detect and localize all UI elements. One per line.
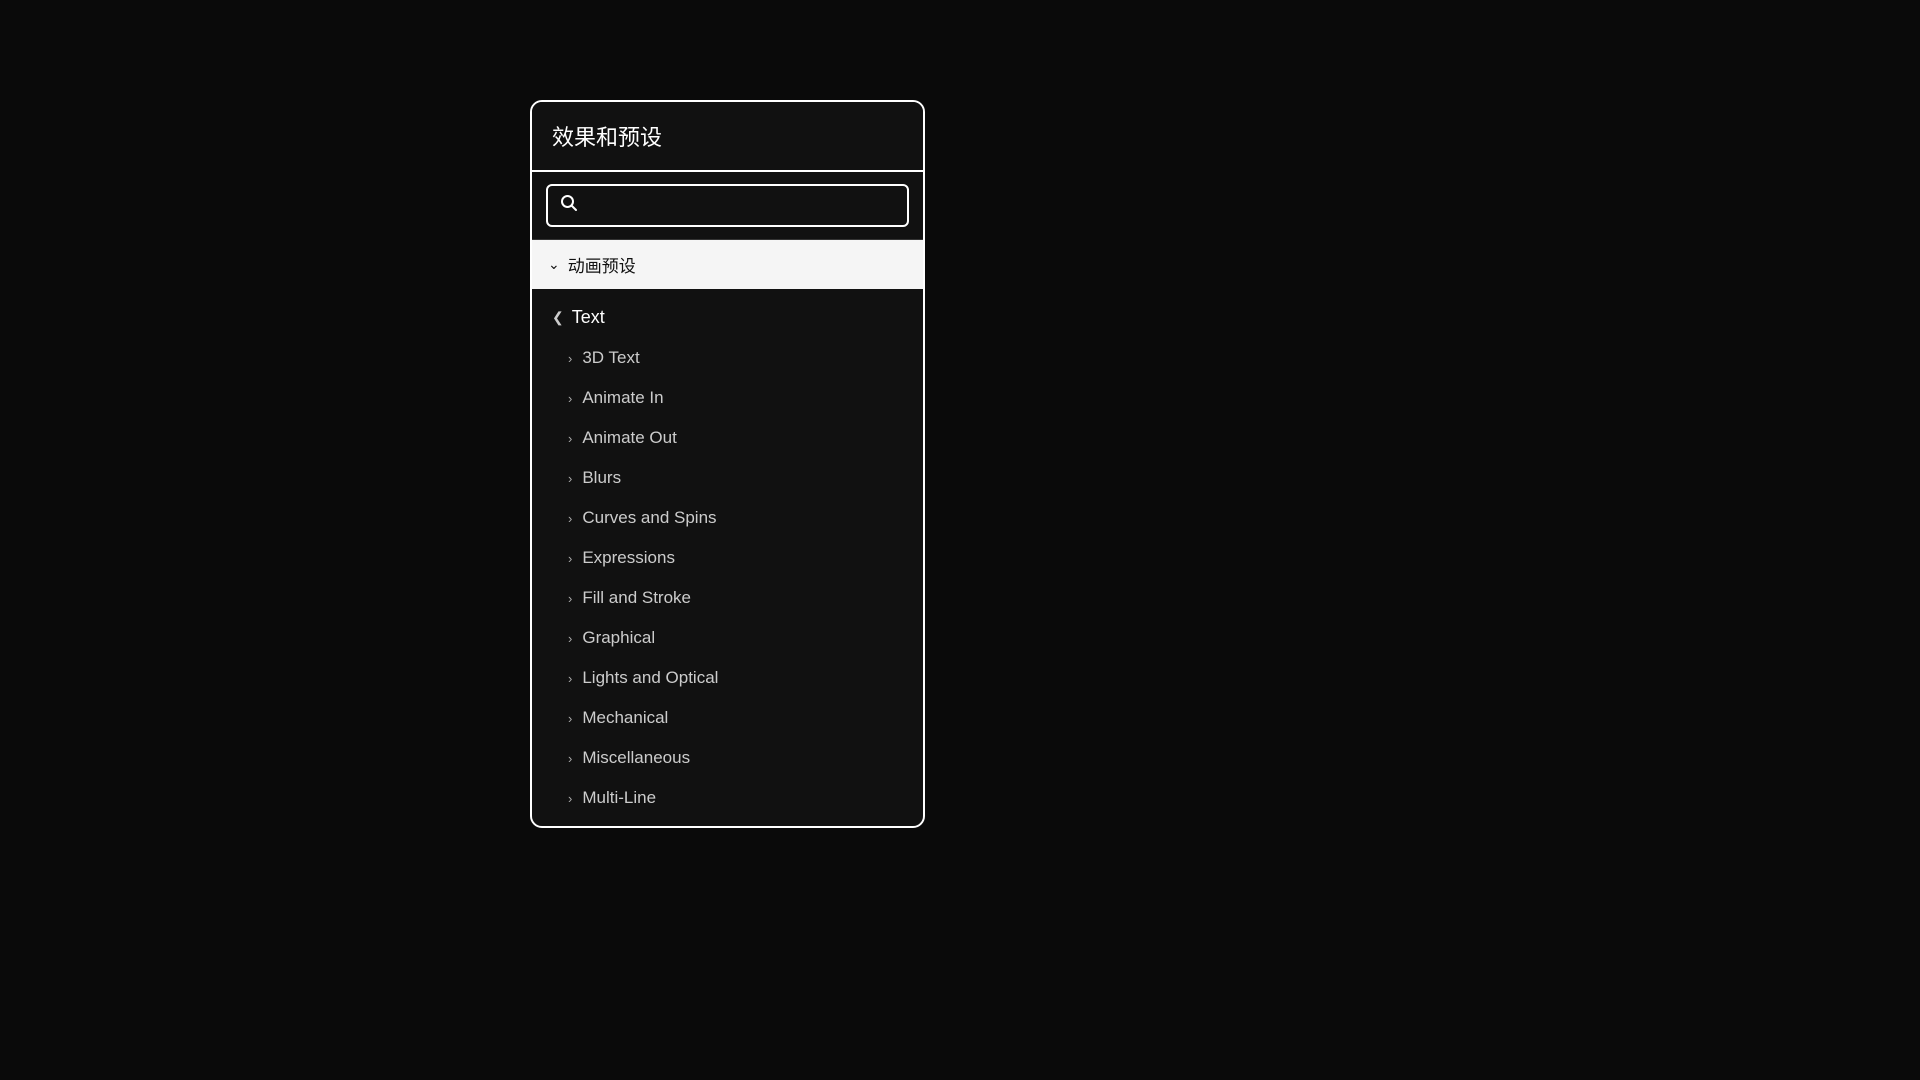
item-chevron-icon: › <box>568 391 572 406</box>
category-animation-presets[interactable]: ⌄ 动画预设 <box>532 240 923 289</box>
list-item-graphical[interactable]: › Graphical <box>532 618 923 658</box>
tree-section: ⌄ 动画预设 ❮ Text › 3D Text › <box>532 240 923 826</box>
search-input[interactable] <box>588 197 895 215</box>
item-label: Curves and Spins <box>582 508 716 528</box>
item-label: Expressions <box>582 548 675 568</box>
item-chevron-icon: › <box>568 591 572 606</box>
item-chevron-icon: › <box>568 671 572 686</box>
category-label: 动画预设 <box>568 252 636 277</box>
panel-title: 效果和预设 <box>552 125 662 150</box>
list-item[interactable]: › Animate In <box>532 378 923 418</box>
item-label: Graphical <box>582 628 655 648</box>
list-item[interactable]: › Animate Out <box>532 418 923 458</box>
item-label: Lights and Optical <box>582 668 718 688</box>
list-item-curves-and-spins[interactable]: › Curves and Spins <box>532 498 923 538</box>
item-label: 3D Text <box>582 348 639 368</box>
item-chevron-icon: › <box>568 711 572 726</box>
items-list: ❮ Text › 3D Text › Animate In › <box>532 289 923 826</box>
sub-items-list: › 3D Text › Animate In › Animate Out › B… <box>532 338 923 818</box>
list-item[interactable]: › Expressions <box>532 538 923 578</box>
item-label: Fill and Stroke <box>582 588 691 608</box>
item-label: Miscellaneous <box>582 748 690 768</box>
list-item[interactable]: › Miscellaneous <box>532 738 923 778</box>
item-chevron-icon: › <box>568 431 572 446</box>
list-item[interactable]: › Fill and Stroke <box>532 578 923 618</box>
panel-container: 效果和预设 ⌄ 动画预设 <box>530 100 925 828</box>
item-chevron-icon: › <box>568 471 572 486</box>
item-label: Multi-Line <box>582 788 656 808</box>
search-icon <box>560 194 578 217</box>
item-label: Blurs <box>582 468 621 488</box>
item-chevron-icon: › <box>568 631 572 646</box>
item-label: Mechanical <box>582 708 668 728</box>
search-box[interactable] <box>546 184 909 227</box>
list-item-mechanical[interactable]: › Mechanical <box>532 698 923 738</box>
subcategory-text[interactable]: ❮ Text <box>532 297 923 338</box>
search-container <box>532 172 923 240</box>
item-chevron-icon: › <box>568 751 572 766</box>
item-label: Animate Out <box>582 428 677 448</box>
panel-header: 效果和预设 <box>532 102 923 172</box>
list-item-lights-and-optical[interactable]: › Lights and Optical <box>532 658 923 698</box>
item-label: Animate In <box>582 388 663 408</box>
list-item[interactable]: › 3D Text <box>532 338 923 378</box>
chevron-down-icon: ⌄ <box>548 256 560 273</box>
item-chevron-icon: › <box>568 551 572 566</box>
item-chevron-icon: › <box>568 351 572 366</box>
item-chevron-icon: › <box>568 511 572 526</box>
effects-panel: 效果和预设 ⌄ 动画预设 <box>530 100 925 828</box>
list-item[interactable]: › Multi-Line <box>532 778 923 818</box>
chevron-right-icon: ❮ <box>552 309 564 326</box>
item-chevron-icon: › <box>568 791 572 806</box>
list-item[interactable]: › Blurs <box>532 458 923 498</box>
subcategory-label: Text <box>572 307 605 328</box>
